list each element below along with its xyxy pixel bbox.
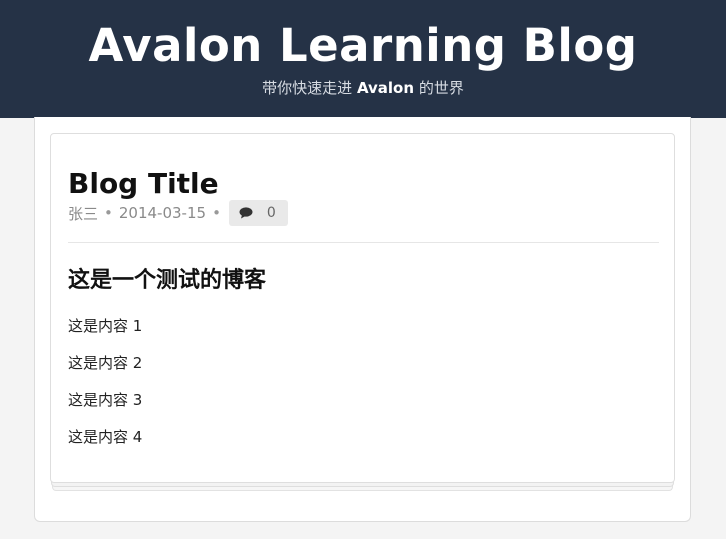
meta-separator: •: [104, 204, 113, 222]
meta-separator: •: [212, 204, 221, 222]
subtitle-prefix: 带你快速走进: [262, 79, 357, 97]
subtitle-suffix: 的世界: [414, 79, 464, 97]
comment-count: 0: [266, 205, 276, 221]
post-date: 2014-03-15: [118, 204, 207, 222]
post-title[interactable]: Blog Title: [68, 168, 219, 200]
comment-icon: [239, 207, 253, 219]
post-content-line: 这是内容 4: [68, 428, 143, 446]
post-content-line: 这是内容 1: [68, 317, 143, 335]
post-meta: 张三 • 2014-03-15 • 0: [68, 200, 288, 226]
post-author: 张三: [68, 204, 99, 223]
comment-count-badge[interactable]: 0: [228, 200, 288, 226]
post-divider: [68, 242, 659, 243]
blog-post-card: Blog Title 张三 • 2014-03-15 • 0 这是一个测试的博客…: [50, 133, 675, 483]
post-content-line: 这是内容 3: [68, 391, 143, 409]
subtitle-brand: Avalon: [356, 79, 415, 97]
site-header: Avalon Learning Blog 带你快速走进 Avalon 的世界: [0, 0, 726, 118]
site-title: Avalon Learning Blog: [88, 19, 638, 72]
post-content-heading: 这是一个测试的博客: [68, 268, 267, 293]
post-content-line: 这是内容 2: [68, 354, 143, 372]
site-subtitle: 带你快速走进 Avalon 的世界: [0, 78, 726, 98]
